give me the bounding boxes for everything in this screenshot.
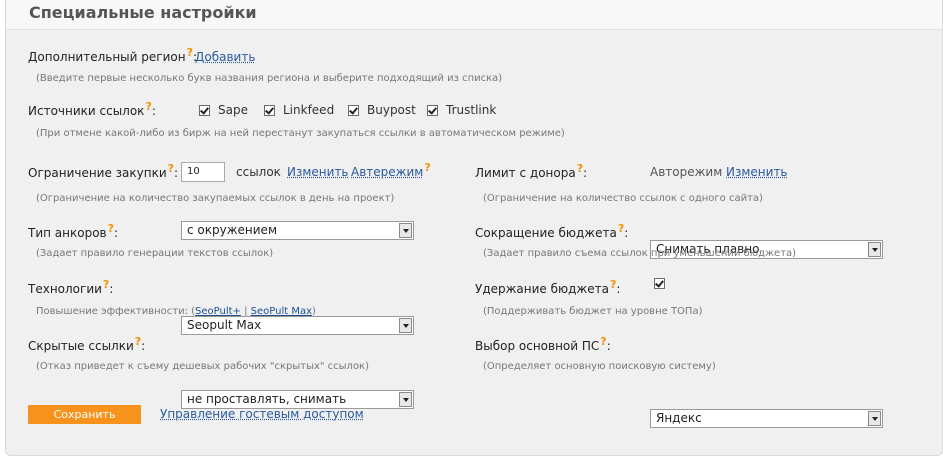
checkbox-sape[interactable]: [199, 104, 210, 116]
source-trustlink-label: Trustlink: [446, 103, 497, 117]
link-sources-label: Источники ссылок: [28, 104, 145, 118]
seopult-plus-link[interactable]: SeoPult+: [195, 306, 241, 317]
hidden-links-label-row: Скрытые ссылки?:: [28, 335, 146, 353]
checkbox-buypost[interactable]: [348, 104, 359, 116]
help-icon[interactable]: ?: [187, 46, 193, 59]
purchase-limit-input[interactable]: 10: [181, 162, 225, 182]
technologies-hint-suffix: ): [312, 306, 316, 317]
purchase-limit-label: Ограничение закупки: [28, 166, 167, 180]
purchase-limit-unit: ссылок: [236, 165, 281, 179]
technologies-selected: Seopult Max: [187, 318, 262, 332]
special-settings-panel: [5, 0, 943, 456]
budget-hold-hint: (Поддерживать бюджет на уровне ТОПа): [483, 306, 703, 317]
page-title: Специальные настройки: [29, 3, 257, 22]
checkbox-trustlink[interactable]: [427, 104, 438, 116]
technologies-select[interactable]: Seopult Max: [181, 316, 414, 335]
purchase-limit-hint: (Ограничение на количество закупаемых сс…: [36, 193, 395, 204]
source-sape-label: Sape: [218, 103, 248, 117]
source-trustlink[interactable]: Trustlink: [427, 103, 496, 117]
technologies-hint-sep: |: [240, 306, 251, 317]
purchase-limit-auto-link[interactable]: Автережим: [351, 165, 423, 179]
add-region-link[interactable]: Добавить: [195, 50, 255, 64]
budget-hold-checkbox-wrap[interactable]: [654, 278, 665, 292]
anchor-type-hint: (Задает правило генерации текстов ссылок…: [36, 248, 274, 259]
help-icon[interactable]: ?: [135, 335, 141, 348]
budget-hold-checkbox[interactable]: [654, 278, 665, 289]
donor-limit-label-row: Лимит с донора?:: [475, 162, 588, 180]
extra-region-label: Дополнительный регион: [28, 50, 186, 64]
source-buypost[interactable]: Buypost: [348, 103, 416, 117]
main-search-selected: Яндекс: [656, 411, 702, 425]
technologies-hint-prefix: Повышение эффективности: (: [36, 306, 196, 317]
technologies-label: Технологии: [28, 282, 102, 296]
anchor-type-label: Тип анкоров: [28, 226, 107, 240]
budget-cut-label-row: Сокращение бюджета?:: [475, 222, 629, 240]
main-search-label: Выбор основной ПС: [475, 339, 600, 353]
help-icon[interactable]: ?: [424, 161, 430, 174]
help-icon[interactable]: ?: [600, 335, 606, 348]
hidden-links-selected: не проставлять, снимать: [187, 392, 347, 406]
hidden-links-hint: (Отказ приведет к съему дешевых рабочих …: [36, 361, 369, 372]
link-sources-label-row: Источники ссылок?:: [28, 100, 156, 118]
main-search-select[interactable]: Яндекс: [650, 409, 883, 428]
technologies-label-row: Технологии?:: [28, 278, 114, 296]
help-icon[interactable]: ?: [145, 100, 151, 113]
chevron-down-icon[interactable]: [399, 223, 412, 238]
chevron-down-icon[interactable]: [868, 242, 881, 257]
save-button[interactable]: Сохранить: [28, 405, 141, 424]
purchase-limit-auto-row: Автережим?: [351, 161, 431, 179]
anchor-type-label-row: Тип анкоров?:: [28, 222, 119, 240]
donor-limit-change-link[interactable]: Изменить: [726, 165, 788, 179]
main-search-label-row: Выбор основной ПС?:: [475, 335, 611, 353]
help-icon[interactable]: ?: [168, 162, 174, 175]
anchor-type-select[interactable]: с окружением: [181, 221, 414, 240]
help-icon[interactable]: ?: [108, 222, 114, 235]
checkbox-linkfeed[interactable]: [264, 104, 275, 116]
donor-limit-label: Лимит с донора: [475, 166, 576, 180]
chevron-down-icon[interactable]: [868, 411, 881, 426]
extra-region-label-row: Дополнительный регион?:: [28, 46, 197, 64]
anchor-type-selected: с окружением: [187, 223, 277, 237]
purchase-limit-change-link[interactable]: Изменить: [287, 165, 349, 179]
source-sape[interactable]: Sape: [199, 103, 248, 117]
budget-hold-label: Удержание бюджета: [475, 282, 609, 296]
help-icon[interactable]: ?: [618, 222, 624, 235]
link-sources-hint: (При отмене какой-либо из бирж на ней пе…: [36, 128, 565, 139]
chevron-down-icon[interactable]: [399, 392, 412, 407]
budget-cut-hint: (Задает правило съема ссылок при уменьше…: [483, 248, 797, 259]
source-linkfeed-label: Linkfeed: [283, 103, 335, 117]
help-icon[interactable]: ?: [610, 278, 616, 291]
purchase-limit-label-row: Ограничение закупки?:: [28, 162, 179, 180]
seopult-max-link[interactable]: SeoPult Max: [251, 306, 312, 317]
donor-limit-value: Авторежим: [650, 165, 723, 179]
help-icon[interactable]: ?: [577, 162, 583, 175]
help-icon[interactable]: ?: [103, 278, 109, 291]
donor-limit-hint: (Ограничение на количество ссылок с одно…: [483, 193, 763, 204]
source-linkfeed[interactable]: Linkfeed: [264, 103, 334, 117]
hidden-links-label: Скрытые ссылки: [28, 339, 134, 353]
budget-cut-label: Сокращение бюджета: [475, 226, 617, 240]
technologies-hint: Повышение эффективности: (SeoPult+ | Seo…: [36, 306, 316, 317]
source-buypost-label: Buypost: [367, 103, 416, 117]
guest-access-link[interactable]: Управление гостевым доступом: [160, 407, 364, 421]
extra-region-hint: (Введите первые несколько букв названия …: [36, 73, 503, 84]
main-search-hint: (Определяет основную поисковую систему): [483, 361, 716, 372]
chevron-down-icon[interactable]: [399, 318, 412, 333]
budget-hold-label-row: Удержание бюджета?:: [475, 278, 621, 296]
